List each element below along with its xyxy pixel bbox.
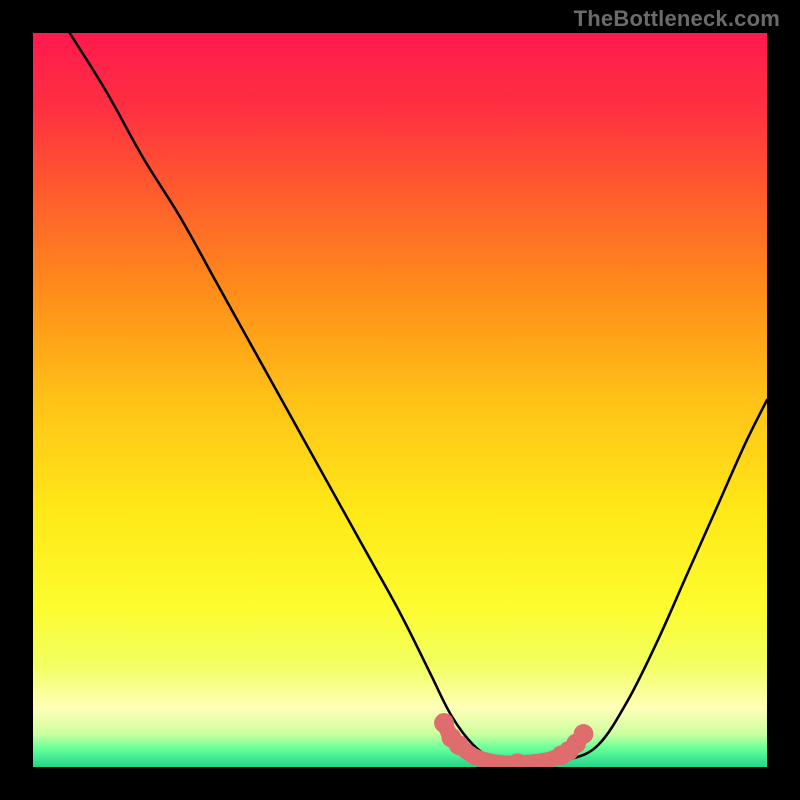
watermark-text: TheBottleneck.com <box>574 6 780 32</box>
plot-area <box>33 33 767 767</box>
bottleneck-curve <box>70 33 767 764</box>
curve-layer <box>33 33 767 767</box>
near-zero-dots <box>434 713 593 767</box>
chart-frame: TheBottleneck.com <box>0 0 800 800</box>
